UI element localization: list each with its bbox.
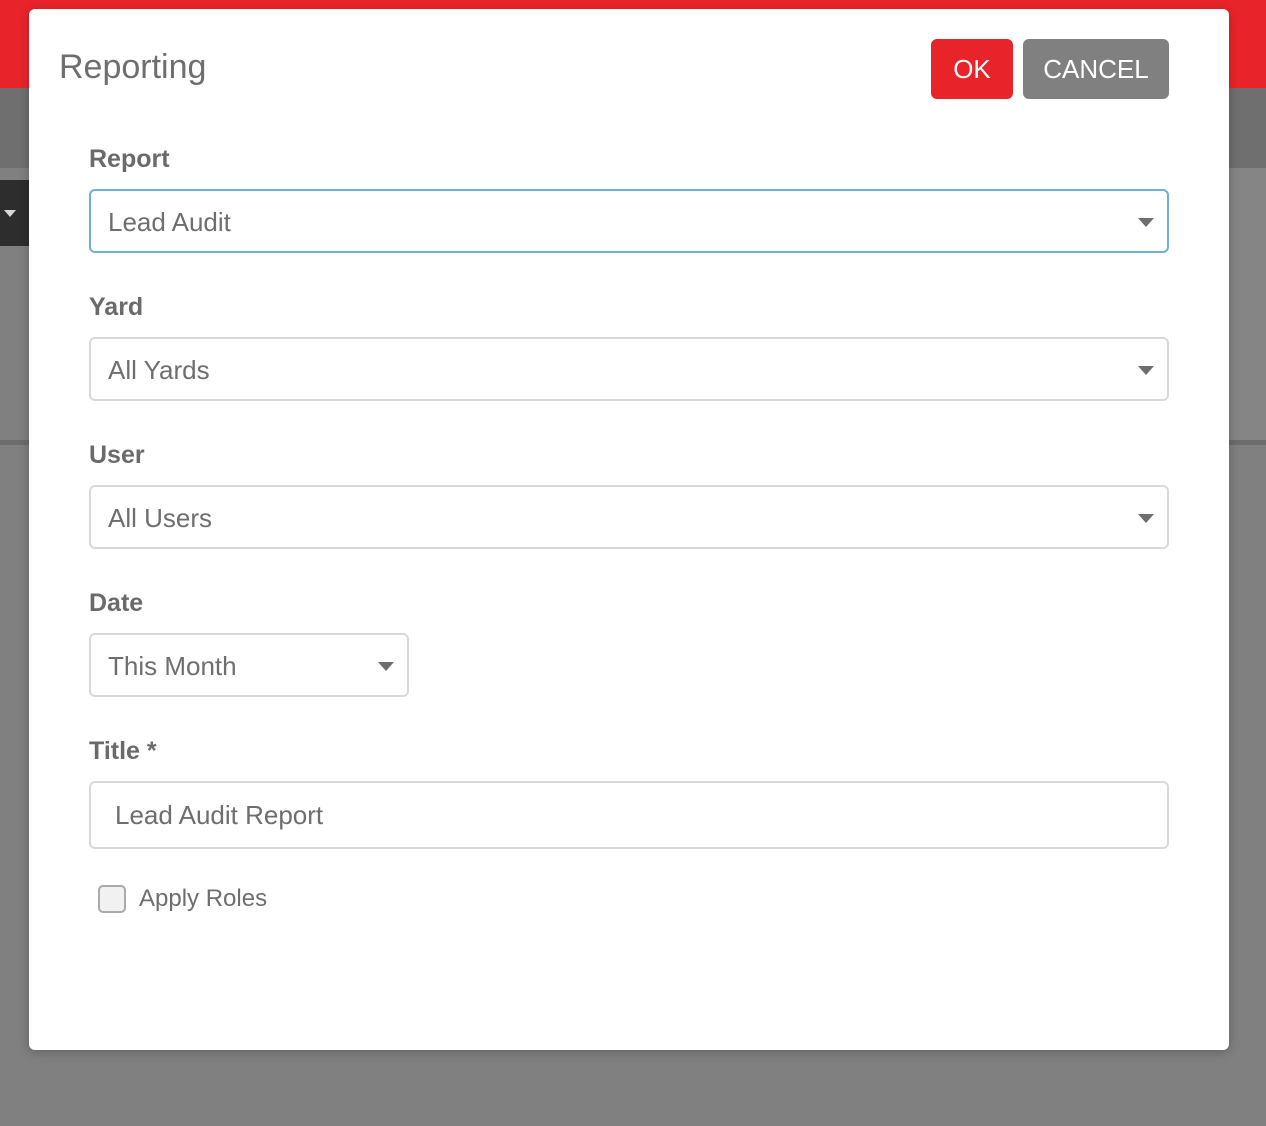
report-label: Report (89, 145, 170, 173)
yard-select-value: All Yards (108, 355, 210, 385)
report-select-value: Lead Audit (108, 207, 231, 237)
date-label: Date (89, 589, 144, 617)
chevron-down-icon (378, 662, 394, 671)
title-label: Title * (89, 737, 157, 765)
report-select[interactable]: Lead Audit (89, 189, 1169, 253)
apply-roles-label[interactable]: Apply Roles (139, 883, 267, 915)
app-stage: Reporting OK CANCEL Report Lead Audit Ya… (0, 0, 1266, 1126)
title-input[interactable] (89, 781, 1169, 849)
background-dropdown (0, 180, 30, 246)
date-select[interactable]: This Month (89, 633, 409, 697)
apply-roles-checkbox[interactable] (98, 885, 126, 913)
user-label: User (89, 441, 145, 469)
yard-select[interactable]: All Yards (89, 337, 1169, 401)
chevron-down-icon (1138, 218, 1154, 227)
ok-button[interactable]: OK (931, 39, 1013, 99)
chevron-down-icon (1138, 514, 1154, 523)
background-panel (1229, 168, 1266, 440)
user-select[interactable]: All Users (89, 485, 1169, 549)
dialog-title: Reporting (59, 48, 207, 86)
caret-down-icon (4, 210, 16, 217)
yard-label: Yard (89, 293, 144, 321)
date-select-value: This Month (108, 651, 237, 681)
chevron-down-icon (1138, 366, 1154, 375)
reporting-dialog: Reporting OK CANCEL Report Lead Audit Ya… (29, 9, 1229, 1050)
cancel-button[interactable]: CANCEL (1023, 39, 1169, 99)
user-select-value: All Users (108, 503, 213, 533)
